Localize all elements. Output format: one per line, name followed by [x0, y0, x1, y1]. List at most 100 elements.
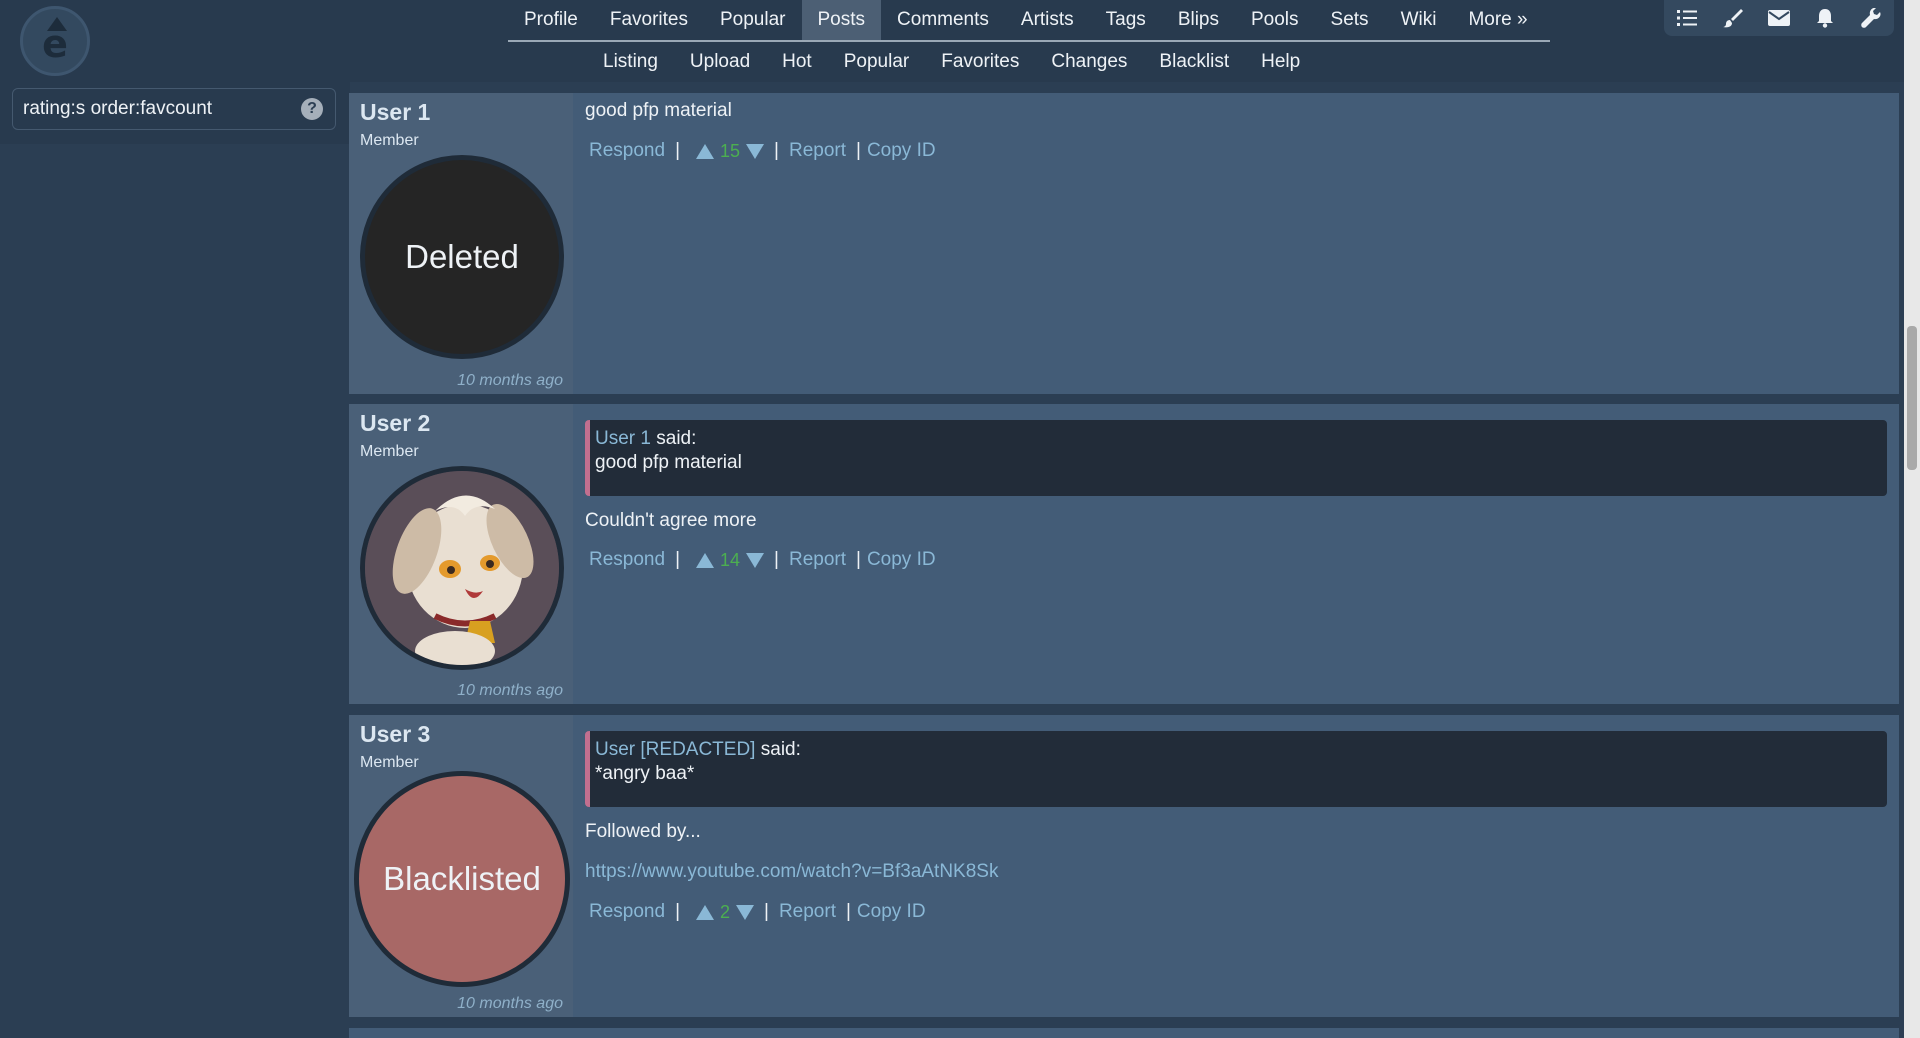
- subnav-popular[interactable]: Popular: [828, 41, 926, 83]
- avatar-image[interactable]: [360, 466, 564, 670]
- nav-comments[interactable]: Comments: [881, 0, 1005, 40]
- author-level: Member: [360, 754, 419, 771]
- sub-nav: Listing Upload Hot Popular Favorites Cha…: [587, 41, 1316, 83]
- comment-author-panel: User 3 Member Blacklisted 10 months ago: [349, 715, 573, 1017]
- downvote-icon[interactable]: [746, 143, 765, 159]
- nav-artists[interactable]: Artists: [1005, 0, 1090, 40]
- respond-link[interactable]: Respond: [589, 901, 665, 923]
- search-input[interactable]: [23, 89, 293, 129]
- separator: |: [764, 901, 769, 922]
- respond-link[interactable]: Respond: [589, 549, 665, 571]
- comment-score: 2: [720, 901, 731, 922]
- quote-said-label: said:: [656, 428, 697, 449]
- comment-actions: Respond | 2 | Report | Copy ID: [585, 898, 926, 926]
- separator: |: [856, 549, 861, 570]
- downvote-icon[interactable]: [736, 904, 755, 920]
- subnav-favorites[interactable]: Favorites: [925, 41, 1035, 83]
- nav-profile[interactable]: Profile: [508, 0, 594, 40]
- quote-said-label: said:: [760, 739, 801, 760]
- comment-actions: Respond | 14 | Report | Copy ID: [585, 546, 936, 574]
- site-header: e Profile Favorites Popular Posts Commen…: [0, 0, 1904, 82]
- comment-score: 15: [720, 140, 741, 161]
- quote-author-link[interactable]: User 1: [595, 428, 651, 449]
- downvote-icon[interactable]: [746, 552, 765, 568]
- comment-body: User [REDACTED] said: *angry baa* Follow…: [585, 715, 1887, 1017]
- quote-block: User [REDACTED] said: *angry baa*: [585, 731, 1887, 807]
- comment: User 1 Member Deleted 10 months ago good…: [349, 93, 1899, 394]
- search-help-icon[interactable]: ?: [301, 98, 323, 120]
- scrollbar-thumb[interactable]: [1907, 326, 1917, 470]
- comment-partial: [349, 1028, 1899, 1038]
- nav-favorites[interactable]: Favorites: [594, 0, 704, 40]
- author-name[interactable]: User 1: [360, 99, 430, 126]
- subnav-upload[interactable]: Upload: [674, 41, 766, 83]
- separator: |: [774, 549, 779, 570]
- quote-text: *angry baa*: [595, 763, 695, 784]
- nav-pools[interactable]: Pools: [1235, 0, 1315, 40]
- nav-more[interactable]: More »: [1452, 0, 1543, 40]
- mail-icon[interactable]: [1767, 6, 1791, 30]
- brush-icon[interactable]: [1721, 6, 1745, 30]
- report-link[interactable]: Report: [789, 549, 846, 571]
- copy-id-link[interactable]: Copy ID: [867, 549, 936, 571]
- nav-posts[interactable]: Posts: [801, 0, 882, 40]
- nav-blips[interactable]: Blips: [1162, 0, 1235, 40]
- bell-icon[interactable]: [1813, 6, 1837, 30]
- page-scrollbar[interactable]: [1904, 0, 1920, 1038]
- wrench-icon[interactable]: [1859, 6, 1883, 30]
- subnav-blacklist[interactable]: Blacklist: [1143, 41, 1245, 83]
- copy-id-link[interactable]: Copy ID: [857, 901, 926, 923]
- comment-body: good pfp material Respond | 15 | Report …: [585, 93, 1887, 394]
- separator: |: [856, 140, 861, 161]
- avatar-placeholder-text: Blacklisted: [383, 860, 541, 897]
- avatar-deleted[interactable]: Deleted: [360, 155, 564, 359]
- comment: User 2 Member 10 months ago User 1 said:…: [349, 404, 1899, 704]
- upvote-icon[interactable]: [696, 552, 714, 568]
- respond-link[interactable]: Respond: [589, 140, 665, 162]
- subnav-help[interactable]: Help: [1245, 41, 1316, 83]
- site-logo[interactable]: e: [20, 6, 90, 76]
- user-toolbar: [1664, 0, 1894, 36]
- author-level: Member: [360, 443, 419, 460]
- main-nav: Profile Favorites Popular Posts Comments…: [508, 0, 1550, 42]
- comment-author-panel: User 1 Member Deleted 10 months ago: [349, 93, 573, 394]
- separator: |: [845, 901, 851, 922]
- sidebar: ?: [0, 82, 350, 144]
- author-level: Member: [360, 132, 419, 149]
- report-link[interactable]: Report: [779, 901, 836, 923]
- copy-id-link[interactable]: Copy ID: [867, 140, 936, 162]
- comment-timestamp[interactable]: 10 months ago: [457, 682, 563, 700]
- nav-wiki[interactable]: Wiki: [1385, 0, 1453, 40]
- quote-block: User 1 said: good pfp material: [585, 420, 1887, 496]
- avatar-character-image: [365, 471, 559, 665]
- nav-popular[interactable]: Popular: [704, 0, 802, 40]
- logo-letter: e: [42, 22, 68, 66]
- author-name[interactable]: User 2: [360, 410, 430, 437]
- comment-text: good pfp material: [585, 100, 732, 121]
- subnav-listing[interactable]: Listing: [587, 41, 674, 83]
- quote-text: good pfp material: [595, 452, 742, 473]
- subnav-hot[interactable]: Hot: [766, 41, 828, 83]
- avatar-blacklisted[interactable]: Blacklisted: [354, 771, 570, 987]
- comment-score: 14: [720, 549, 741, 570]
- report-link[interactable]: Report: [789, 140, 846, 162]
- upvote-icon[interactable]: [696, 904, 714, 920]
- nav-sets[interactable]: Sets: [1315, 0, 1385, 40]
- separator: |: [675, 140, 680, 161]
- list-icon[interactable]: [1675, 6, 1699, 30]
- comment-actions: Respond | 15 | Report | Copy ID: [585, 137, 936, 165]
- separator: |: [675, 549, 680, 570]
- subnav-changes[interactable]: Changes: [1035, 41, 1143, 83]
- comment-author-panel: User 2 Member 10 months ago: [349, 404, 573, 704]
- comment-timestamp[interactable]: 10 months ago: [457, 372, 563, 390]
- comment-timestamp[interactable]: 10 months ago: [457, 995, 563, 1013]
- separator: |: [675, 901, 680, 922]
- nav-tags[interactable]: Tags: [1090, 0, 1162, 40]
- upvote-icon[interactable]: [696, 143, 714, 159]
- quote-author-link[interactable]: User [REDACTED]: [595, 739, 755, 760]
- author-name[interactable]: User 3: [360, 721, 430, 748]
- comment-text: Followed by...: [585, 821, 701, 842]
- comment: User 3 Member Blacklisted 10 months ago …: [349, 715, 1899, 1017]
- search-box: ?: [12, 88, 336, 130]
- youtube-link[interactable]: https://www.youtube.com/watch?v=Bf3aAtNK…: [585, 861, 998, 883]
